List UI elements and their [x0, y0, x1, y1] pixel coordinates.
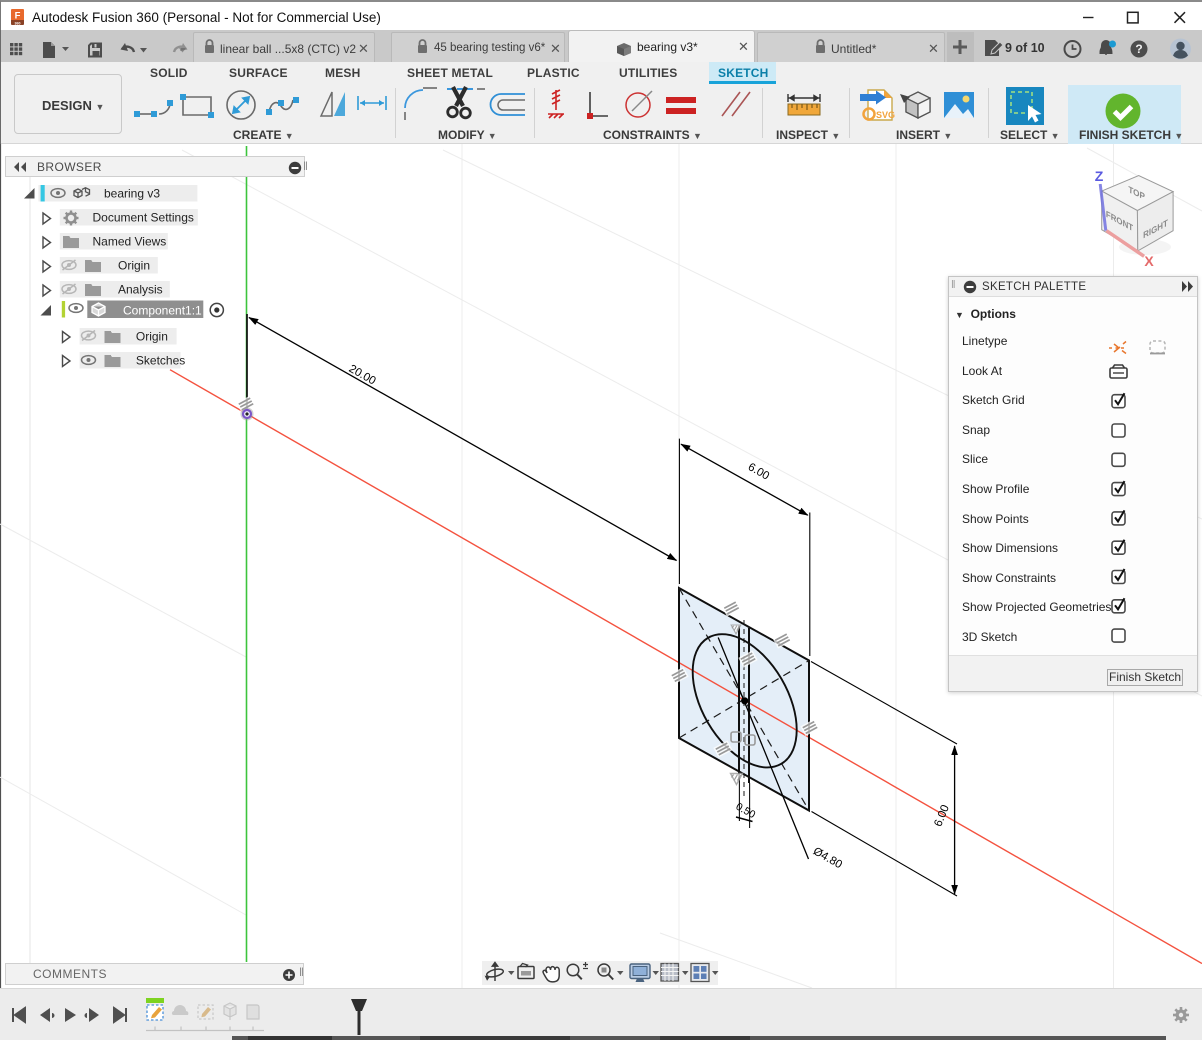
svg-text:6.00: 6.00 [932, 803, 952, 828]
svg-text:Named Views: Named Views [93, 235, 167, 249]
svg-text:Origin: Origin [118, 259, 150, 273]
svg-text:X: X [1144, 253, 1154, 269]
svg-text:Z: Z [1095, 168, 1104, 184]
svg-text:Document Settings: Document Settings [93, 211, 194, 225]
svg-text:F: F [15, 11, 21, 22]
svg-text:Sketches: Sketches [136, 354, 185, 368]
svg-text:20.00: 20.00 [347, 363, 378, 388]
svg-text:Origin: Origin [136, 330, 168, 344]
svg-text:?: ? [1135, 42, 1142, 56]
svg-text:SVG: SVG [876, 110, 895, 120]
svg-text:Component1:1: Component1:1 [123, 304, 202, 318]
svg-text:360: 360 [15, 21, 21, 25]
svg-text:6.00: 6.00 [746, 461, 771, 482]
svg-text:Ø4.80: Ø4.80 [811, 845, 844, 871]
svg-text:Analysis: Analysis [118, 283, 163, 297]
svg-text:bearing v3: bearing v3 [104, 187, 160, 201]
